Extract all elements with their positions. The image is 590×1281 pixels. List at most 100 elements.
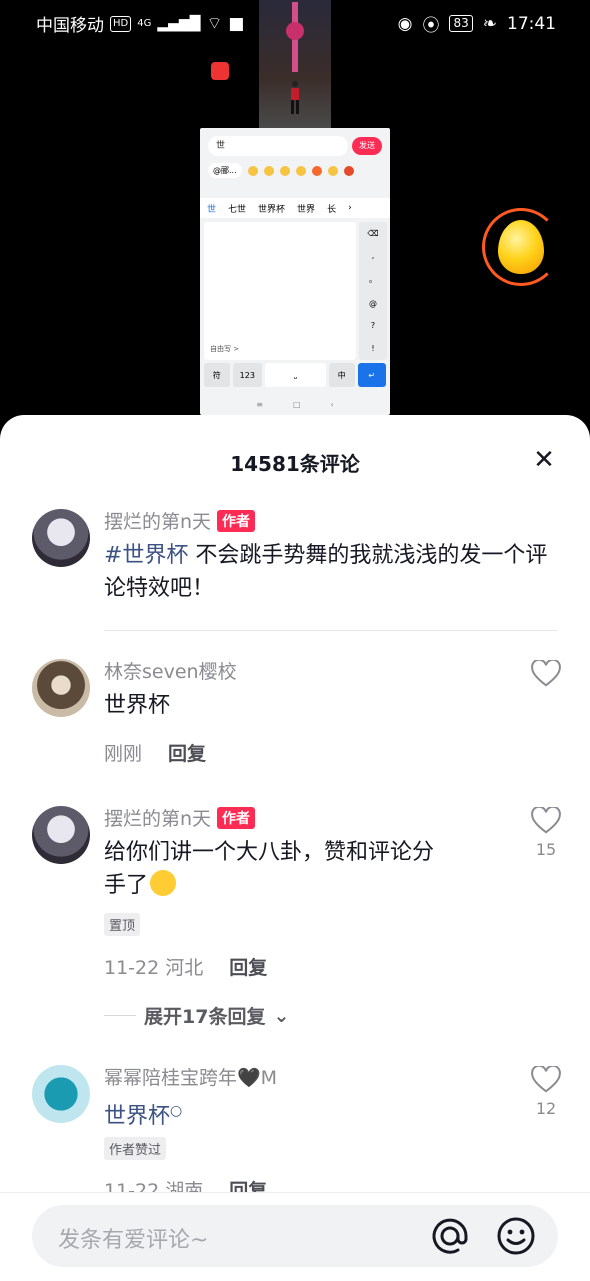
clock: 17:41	[507, 13, 556, 34]
enter-key[interactable]: ↵	[357, 363, 386, 387]
home-icon[interactable]: □	[293, 400, 301, 409]
comma-key[interactable]: ,	[372, 251, 375, 260]
kbd-bottom-row: 符 123 ⎵ 中 ↵	[204, 363, 386, 387]
comment-username[interactable]: 摆烂的第n天 作者	[104, 804, 256, 831]
emoji-icon[interactable]	[311, 165, 322, 176]
comment-time: 11-22 河北	[104, 957, 204, 979]
suggestion-item[interactable]: 世界	[297, 202, 315, 215]
divider	[104, 1015, 136, 1016]
suggestion-item[interactable]: 七世	[228, 202, 246, 215]
kbd-suggestions: 世 七世 世界杯 世界 长 ›	[200, 198, 390, 218]
exclaim-key[interactable]: !	[371, 344, 374, 353]
comment-meta: 刚刚 回复	[104, 739, 206, 766]
kbd-emoji-row: @郦...	[208, 163, 354, 178]
smirk-emoji-icon	[150, 870, 177, 896]
avatar[interactable]	[32, 659, 90, 717]
video-icon: ■	[228, 13, 245, 34]
emoji-icon[interactable]	[327, 165, 338, 176]
heart-icon[interactable]	[531, 1066, 561, 1094]
menu-icon[interactable]: ≡	[256, 400, 263, 409]
chevron-down-icon[interactable]: ⌄	[273, 1005, 289, 1027]
comment-input-placeholder[interactable]: 发条有爱评论~	[58, 1222, 208, 1254]
author-liked-badge: 作者赞过	[104, 1137, 167, 1160]
hd-badge: HD	[110, 15, 132, 32]
kbd-mention-chip[interactable]: @郦...	[208, 163, 242, 178]
kbd-send-button[interactable]: 发送	[352, 137, 382, 155]
comment-meta: 11-22 河北 回复	[104, 953, 267, 980]
kbd-side-keys: ⌫ , 。 @ ? !	[359, 222, 387, 360]
kbd-navbar: ≡ □ ‹	[200, 393, 390, 415]
divider	[104, 630, 558, 631]
kbd-input[interactable]: 世	[208, 136, 348, 156]
symbol-key[interactable]: 符	[204, 363, 230, 387]
location-icon: ⦿	[422, 16, 440, 36]
chevron-right-icon[interactable]: ›	[348, 203, 352, 213]
tower-ball-graphic	[286, 22, 304, 40]
author-badge: 作者	[217, 807, 256, 829]
like-count: 15	[535, 840, 557, 859]
comment-text: 世界杯	[104, 693, 171, 718]
period-key[interactable]: 。	[369, 274, 377, 285]
wifi-icon: ⌔	[206, 14, 223, 34]
expand-replies-button[interactable]: 展开17条回复 ⌄	[104, 1002, 289, 1029]
suggestion-item[interactable]: 世界杯	[258, 202, 285, 215]
heart-icon[interactable]	[531, 660, 561, 688]
search-icon: ○	[170, 1103, 183, 1119]
comment-username[interactable]: 幂幂陪桂宝跨年🖤M	[104, 1063, 277, 1090]
hashtag-link[interactable]: 世界杯	[104, 1104, 170, 1129]
video-preview[interactable]	[259, 0, 331, 128]
comment-username[interactable]: 摆烂的第n天 作者	[104, 507, 256, 534]
suggestion-item[interactable]: 世	[207, 202, 216, 215]
lang-key[interactable]: 中	[328, 363, 355, 387]
question-key[interactable]: ?	[371, 321, 375, 330]
at-mention-icon[interactable]	[430, 1216, 470, 1256]
space-key[interactable]: ⎵	[265, 363, 326, 387]
reply-button[interactable]: 回复	[229, 957, 267, 979]
comment-text: #世界杯 不会跳手势舞的我就浅浅的发一个评论特效吧！	[104, 539, 564, 605]
handwriting-hint[interactable]: 自由写 >	[210, 344, 239, 354]
suggestion-item[interactable]: 长	[327, 202, 336, 215]
like-count: 12	[535, 1099, 557, 1118]
comment-line-text: 手了	[104, 873, 149, 898]
comment-text: 给你们讲一个大八卦，赞和评论分 手了	[104, 836, 514, 902]
author-badge: 作者	[217, 510, 256, 532]
close-icon[interactable]: ✕	[530, 446, 558, 474]
number-key[interactable]: 123	[232, 363, 263, 387]
emoji-icon[interactable]	[263, 165, 274, 176]
avatar[interactable]	[32, 806, 90, 864]
golden-egg-icon[interactable]	[498, 220, 544, 274]
comment-line: 给你们讲一个大八卦，赞和评论分	[104, 840, 435, 865]
dancer-graphic	[291, 81, 299, 114]
signal-icon: ▂▄▆█	[157, 15, 201, 32]
emoji-icon[interactable]	[496, 1216, 536, 1256]
comment-username[interactable]: 林奈seven樱校	[104, 657, 237, 684]
network-label: 4G	[137, 18, 152, 29]
avatar[interactable]	[32, 1065, 90, 1123]
gift-icon[interactable]	[211, 62, 229, 80]
heart-icon[interactable]	[531, 807, 561, 835]
battery-indicator: 83	[449, 15, 473, 32]
backspace-icon[interactable]: ⌫	[367, 229, 378, 238]
reply-button[interactable]: 回复	[168, 743, 206, 765]
keyboard-preview: 世 发送 @郦... 世 七世 世界杯 世界 长 › 自由写 > ⌫ , 。 @…	[200, 128, 390, 415]
expand-replies-label[interactable]: 展开17条回复	[144, 1002, 265, 1029]
leaf-icon: ❧	[482, 13, 497, 34]
comment-time: 刚刚	[104, 743, 143, 765]
emoji-icon[interactable]	[343, 165, 354, 176]
emoji-icon[interactable]	[247, 165, 258, 176]
comment-line: 手了	[104, 869, 514, 902]
carrier-label: 中国移动	[36, 16, 104, 36]
emoji-icon[interactable]	[295, 165, 306, 176]
comment-text: 世界杯○	[104, 1095, 182, 1133]
username-text[interactable]: 摆烂的第n天	[104, 808, 211, 830]
handwriting-pad[interactable]: 自由写 >	[204, 222, 356, 360]
avatar[interactable]	[32, 509, 90, 567]
back-icon[interactable]: ‹	[331, 400, 334, 409]
emoji-icon[interactable]	[279, 165, 290, 176]
hashtag-link[interactable]: #世界杯	[104, 543, 188, 568]
eye-icon: ◉	[397, 13, 413, 34]
comment-count-title: 14581条评论	[230, 452, 360, 476]
pinned-badge: 置顶	[104, 913, 141, 936]
username-text[interactable]: 摆烂的第n天	[104, 511, 211, 533]
at-key[interactable]: @	[369, 299, 377, 308]
